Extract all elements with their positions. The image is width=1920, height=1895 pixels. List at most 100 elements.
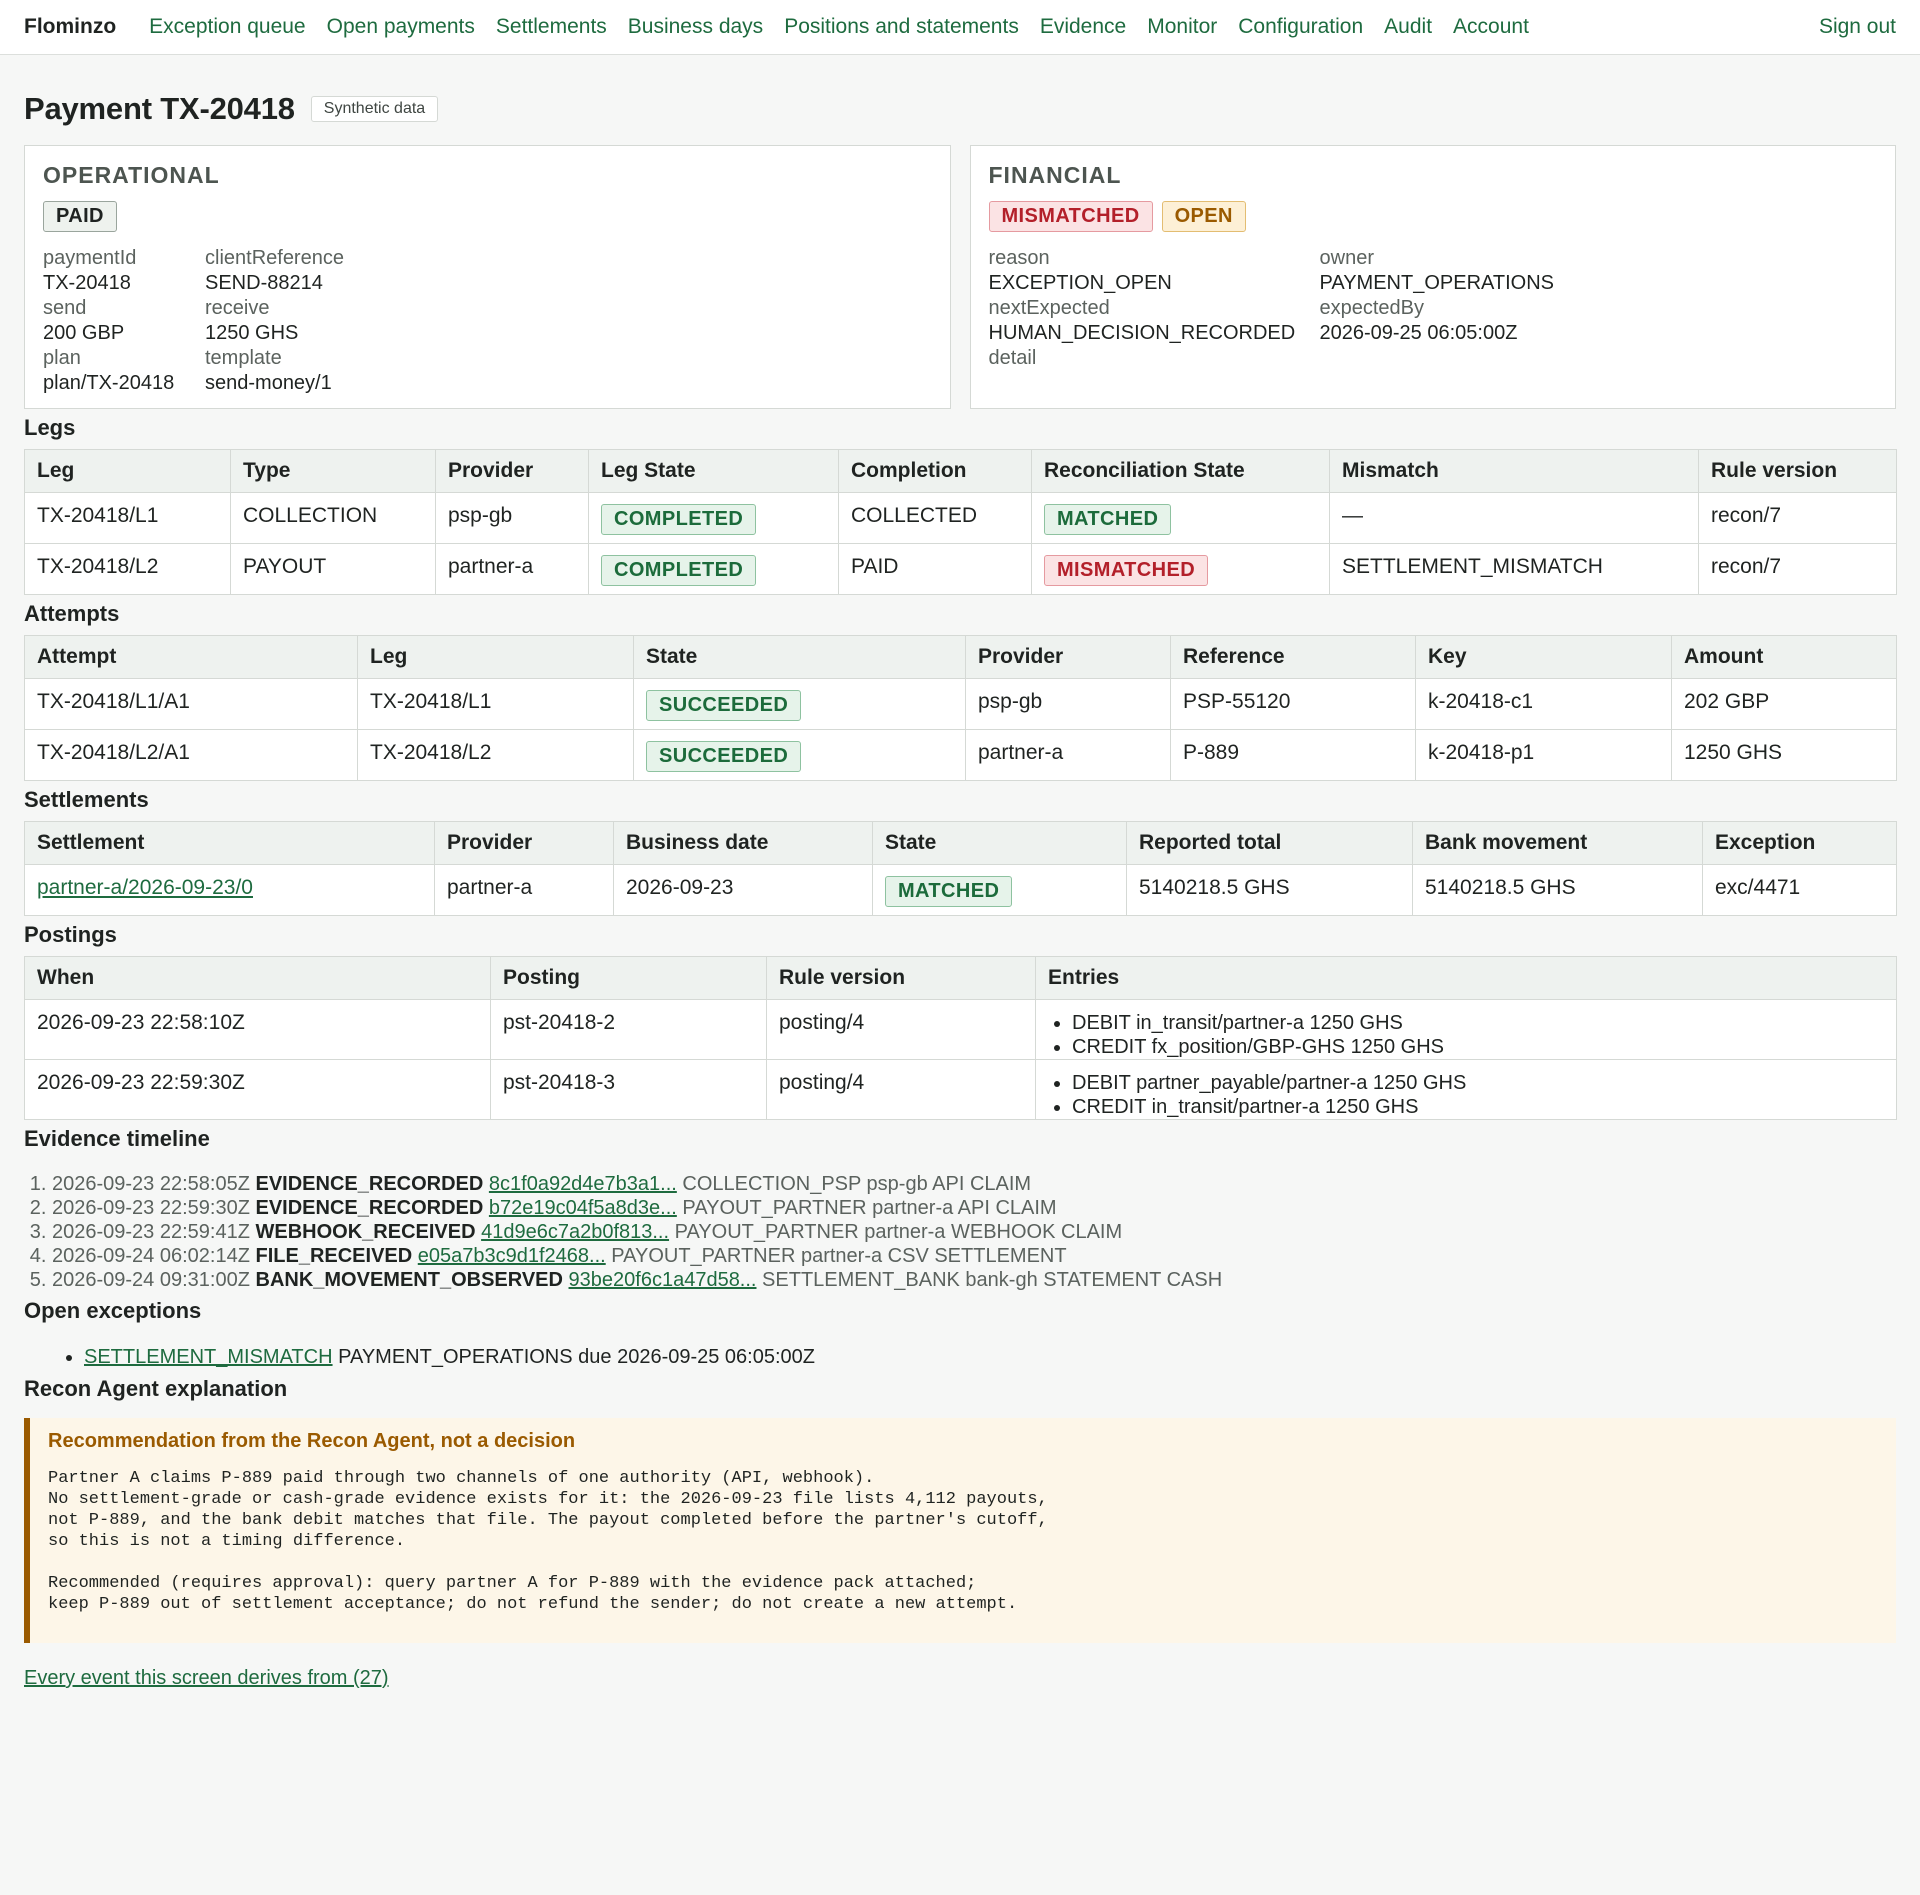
col-rule-version[interactable]: Rule version <box>766 956 1036 1000</box>
postings-heading: Postings <box>24 922 117 947</box>
col-reconciliation-state[interactable]: Reconciliation State <box>1031 449 1330 493</box>
col-provider[interactable]: Provider <box>434 821 614 865</box>
leg-provider: psp-gb <box>435 492 589 544</box>
recon-state-badge: MATCHED <box>1044 504 1172 535</box>
nav-business-days[interactable]: Business days <box>628 15 763 39</box>
timeline-event: BANK_MOVEMENT_OBSERVED <box>255 1269 563 1291</box>
col-reported-total[interactable]: Reported total <box>1126 821 1413 865</box>
col-leg[interactable]: Leg <box>357 635 634 679</box>
col-key[interactable]: Key <box>1415 635 1672 679</box>
settlement-link[interactable]: partner-a/2026-09-23/0 <box>37 876 253 899</box>
field-value-nextexpected: HUMAN_DECISION_RECORDED <box>988 322 1296 344</box>
nav-settlements[interactable]: Settlements <box>496 15 607 39</box>
field-value-template: send-money/1 <box>205 372 332 394</box>
col-amount[interactable]: Amount <box>1671 635 1897 679</box>
recon-agent-callout: Recommendation from the Recon Agent, not… <box>24 1418 1896 1643</box>
recon-state-badge: MISMATCHED <box>1044 555 1209 586</box>
legs-header-row: Leg Type Provider Leg State Completion R… <box>24 449 1897 493</box>
recon-state-cell: MATCHED <box>1031 492 1330 544</box>
col-entries[interactable]: Entries <box>1035 956 1897 1000</box>
field-label-reason: reason <box>988 247 1050 269</box>
postings-table: When Posting Rule version Entries 2026-0… <box>24 956 1897 1120</box>
col-type[interactable]: Type <box>230 449 436 493</box>
attempt-state-badge: SUCCEEDED <box>646 690 802 721</box>
nav-configuration[interactable]: Configuration <box>1238 15 1363 39</box>
attempt-reference: PSP-55120 <box>1170 678 1416 730</box>
settlement-cell: partner-a/2026-09-23/0 <box>24 864 435 916</box>
col-state[interactable]: State <box>633 635 966 679</box>
posting-id: pst-20418-3 <box>490 1059 767 1120</box>
nav-monitor[interactable]: Monitor <box>1147 15 1217 39</box>
field-label-detail: detail <box>988 347 1037 369</box>
legs-table: Leg Type Provider Leg State Completion R… <box>24 449 1897 595</box>
leg-rule-version: recon/7 <box>1698 543 1897 595</box>
entry-item: CREDIT fx_position/GBP-GHS 1250 GHS <box>1072 1035 1884 1059</box>
evidence-hash-link[interactable]: 93be20f6c1a47d58... <box>569 1269 757 1291</box>
entries-list: DEBIT in_transit/partner-a 1250 GHS CRED… <box>1048 1011 1884 1059</box>
field-value-receive: 1250 GHS <box>205 322 299 344</box>
sign-out-link[interactable]: Sign out <box>1819 15 1896 39</box>
leg-state-cell: COMPLETED <box>588 492 839 544</box>
evidence-timeline-heading: Evidence timeline <box>24 1126 210 1151</box>
evidence-hash-link[interactable]: e05a7b3c9d1f2468... <box>418 1245 606 1267</box>
col-exception[interactable]: Exception <box>1702 821 1897 865</box>
recon-agent-explanation: Partner A claims P-889 paid through two … <box>48 1469 1048 1614</box>
col-state[interactable]: State <box>872 821 1127 865</box>
page-header: Payment TX-20418 Synthetic data <box>24 90 1896 128</box>
field-value-clientreference: SEND-88214 <box>205 272 323 294</box>
evidence-hash-link[interactable]: 41d9e6c7a2b0f813... <box>481 1221 669 1243</box>
evidence-hash-link[interactable]: 8c1f0a92d4e7b3a1... <box>489 1173 677 1195</box>
col-completion[interactable]: Completion <box>838 449 1032 493</box>
all-events-link[interactable]: Every event this screen derives from (27… <box>24 1667 1896 1690</box>
field-label-clientreference: clientReference <box>205 247 344 269</box>
nav-exception-queue[interactable]: Exception queue <box>149 15 305 39</box>
attempt-state-cell: SUCCEEDED <box>633 729 966 781</box>
entry-item: DEBIT in_transit/partner-a 1250 GHS <box>1072 1011 1884 1035</box>
col-settlement[interactable]: Settlement <box>24 821 435 865</box>
field-spacer <box>1320 346 1878 371</box>
col-leg[interactable]: Leg <box>24 449 231 493</box>
exception-link[interactable]: SETTLEMENT_MISMATCH <box>84 1346 333 1368</box>
attempt-key: k-20418-p1 <box>1415 729 1672 781</box>
field-label-owner: owner <box>1319 247 1374 269</box>
col-posting[interactable]: Posting <box>490 956 767 1000</box>
open-exceptions-heading: Open exceptions <box>24 1298 202 1323</box>
operational-badges: PAID <box>43 201 932 232</box>
settlement-exception: exc/4471 <box>1702 864 1897 916</box>
field-label-receive: receive <box>205 297 270 319</box>
nav-account[interactable]: Account <box>1453 15 1529 39</box>
col-provider[interactable]: Provider <box>435 449 589 493</box>
col-provider[interactable]: Provider <box>965 635 1171 679</box>
page-title: Payment TX-20418 <box>24 91 295 126</box>
settlements-header-row: Settlement Provider Business date State … <box>24 821 1897 865</box>
settlement-provider: partner-a <box>434 864 614 916</box>
timeline-event: FILE_RECEIVED <box>255 1245 413 1267</box>
col-business-date[interactable]: Business date <box>613 821 873 865</box>
col-rule-version[interactable]: Rule version <box>1698 449 1897 493</box>
nav-evidence[interactable]: Evidence <box>1040 15 1126 39</box>
col-attempt[interactable]: Attempt <box>24 635 358 679</box>
attempt-amount: 1250 GHS <box>1671 729 1897 781</box>
posting-when: 2026-09-23 22:58:10Z <box>24 999 491 1060</box>
nav-open-payments[interactable]: Open payments <box>327 15 475 39</box>
nav-positions-and-statements[interactable]: Positions and statements <box>784 15 1019 39</box>
evidence-hash-link[interactable]: b72e19c04f5a8d3e... <box>489 1197 677 1219</box>
timeline-timestamp: 2026-09-24 09:31:00Z <box>52 1269 250 1291</box>
attempt-id: TX-20418/L2/A1 <box>24 729 358 781</box>
col-bank-movement[interactable]: Bank movement <box>1412 821 1703 865</box>
col-mismatch[interactable]: Mismatch <box>1329 449 1699 493</box>
top-nav-bar: Flominzo Exception queue Open payments S… <box>0 0 1920 55</box>
attempts-table: Attempt Leg State Provider Reference Key… <box>24 635 1897 781</box>
nav-audit[interactable]: Audit <box>1384 15 1432 39</box>
leg-id: TX-20418/L1 <box>24 492 231 544</box>
timeline-timestamp: 2026-09-23 22:58:05Z <box>52 1173 250 1195</box>
recon-state-cell: MISMATCHED <box>1031 543 1330 595</box>
timeline-description: PAYOUT_PARTNER partner-a CSV SETTLEMENT <box>611 1245 1067 1267</box>
col-when[interactable]: When <box>24 956 491 1000</box>
col-leg-state[interactable]: Leg State <box>588 449 839 493</box>
timeline-item: 2026-09-24 09:31:00Z BANK_MOVEMENT_OBSER… <box>52 1268 1896 1292</box>
brand-logo[interactable]: Flominzo <box>24 15 116 39</box>
table-row: TX-20418/L1/A1 TX-20418/L1 SUCCEEDED psp… <box>24 678 1897 730</box>
col-reference[interactable]: Reference <box>1170 635 1416 679</box>
field-value-plan: plan/TX-20418 <box>43 372 175 394</box>
